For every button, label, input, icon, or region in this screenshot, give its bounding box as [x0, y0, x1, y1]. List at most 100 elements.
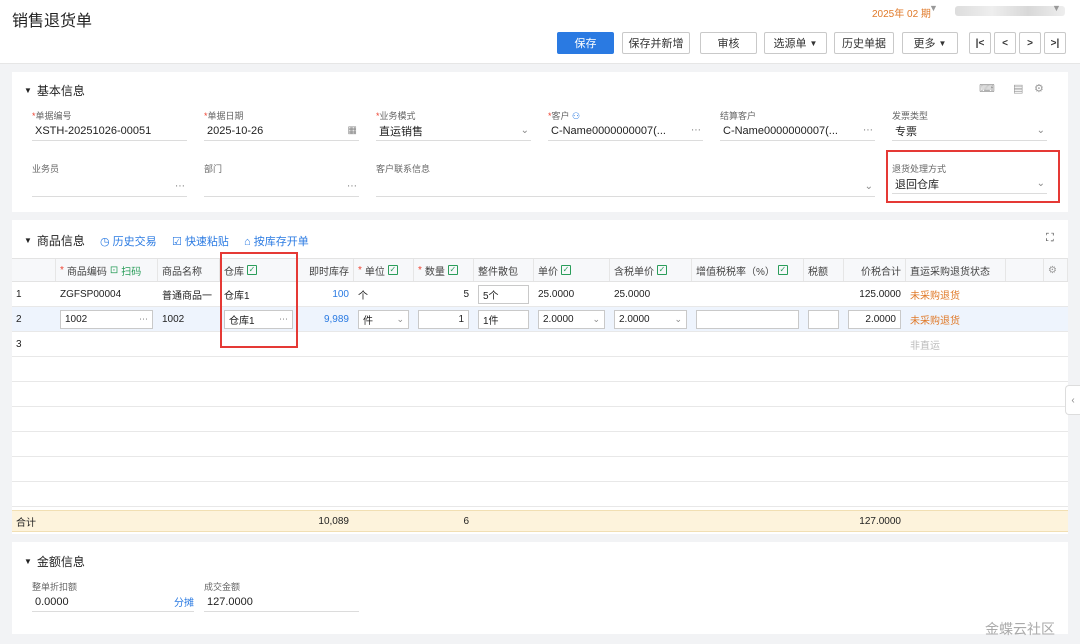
history-docs-button[interactable]: 历史单据	[834, 32, 894, 54]
cell-pack[interactable]: 1件	[474, 307, 534, 331]
print-icon[interactable]: ▤	[1013, 82, 1023, 95]
cell-tax[interactable]	[804, 282, 844, 306]
audit-button[interactable]: 审核	[700, 32, 757, 54]
chevron-down-icon[interactable]: ⌄	[592, 314, 600, 325]
discount-label: 整单折扣额	[32, 582, 78, 592]
totals-total: 127.0000	[859, 515, 901, 527]
salesman-field[interactable]: 业务员 ⋯	[32, 162, 187, 197]
cell-price[interactable]: 25.0000	[534, 282, 610, 306]
doc-date-field[interactable]: *单据日期 2025-10-26 ▦	[204, 109, 359, 141]
cell-name[interactable]: 1002	[158, 307, 220, 331]
chevron-down-icon[interactable]: ⌄	[521, 125, 531, 136]
empty-row[interactable]	[12, 357, 1068, 382]
cell-total[interactable]: 125.0000	[844, 282, 906, 306]
cell-tax-price[interactable]: 25.0000	[610, 282, 692, 306]
more-options-icon[interactable]: ⋯	[175, 181, 187, 192]
dept-field[interactable]: 部门 ⋯	[204, 162, 359, 197]
allocate-link[interactable]: 分摊	[174, 594, 194, 609]
basic-info-title[interactable]: ▼ 基本信息	[24, 82, 85, 99]
column-settings-icon[interactable]: ⚙	[1044, 259, 1068, 281]
calendar-icon[interactable]: ▦	[348, 125, 359, 136]
empty-row[interactable]	[12, 457, 1068, 482]
period-selector[interactable]: 2025年 02 期	[872, 5, 931, 20]
cell-stock[interactable]: 9,989	[298, 307, 354, 331]
cell-unit[interactable]: 件 ⌄	[354, 307, 414, 331]
cell-unit[interactable]: 个	[354, 282, 414, 306]
cell-price[interactable]: 2.0000 ⌄	[534, 307, 610, 331]
settings-gear-icon[interactable]: ⚙	[1034, 82, 1044, 95]
checkbox-icon[interactable]: ✓	[657, 265, 667, 275]
cell-qty[interactable]: 1	[414, 307, 474, 331]
cell-qty[interactable]: 5	[414, 282, 474, 306]
contact-field[interactable]: 客户联系信息 ⌄	[376, 162, 875, 197]
cell-pack[interactable]: 5个	[474, 282, 534, 306]
cell-total[interactable]: 2.0000	[844, 307, 906, 331]
cell-code[interactable]: ZGFSP00004	[56, 282, 158, 306]
side-collapse-tab[interactable]: ‹	[1065, 385, 1080, 415]
invoice-type-field[interactable]: 发票类型 专票 ⌄	[892, 109, 1047, 141]
next-record-button[interactable]: >	[1019, 32, 1041, 54]
empty-row[interactable]	[12, 432, 1068, 457]
keyboard-icon[interactable]: ⌨	[979, 82, 995, 95]
settle-customer-field[interactable]: 结算客户 C-Name0000000007(... ⋯	[720, 109, 875, 141]
chevron-down-icon[interactable]: ⌄	[396, 314, 404, 325]
chevron-down-icon[interactable]: ▼	[929, 3, 938, 13]
table-row[interactable]: 2 1002 ⋯ 1002 仓库1 ⋯ 9,989 件 ⌄ 1 1件 2.0000 ⌄ …	[12, 307, 1068, 332]
cell-tax-rate[interactable]	[692, 282, 804, 306]
scan-label[interactable]: 扫码	[121, 263, 141, 278]
empty-cells[interactable]	[56, 332, 906, 356]
cell-name[interactable]: 普通商品一	[158, 282, 220, 306]
amount-info-title[interactable]: ▼ 金额信息	[24, 553, 85, 570]
customer-value: C-Name0000000007(...	[551, 124, 666, 137]
cell-tax-rate[interactable]	[692, 307, 804, 331]
more-options-icon[interactable]: ⋯	[347, 181, 359, 192]
user-name-blurred[interactable]	[955, 6, 1065, 16]
amount-info-title-text: 金额信息	[36, 555, 85, 569]
more-options-icon[interactable]: ⋯	[863, 125, 875, 136]
cell-code[interactable]: 1002 ⋯	[56, 307, 158, 331]
paste-icon: ☑	[172, 236, 182, 248]
checkbox-icon[interactable]: ✓	[561, 265, 571, 275]
chevron-down-icon[interactable]: ⌄	[865, 181, 875, 192]
more-button[interactable]: 更多 ▼	[902, 32, 958, 54]
table-row[interactable]: 3 非直运	[12, 332, 1068, 357]
table-row[interactable]: 1 ZGFSP00004 普通商品一 仓库1 100 个 5 5个 25.000…	[12, 282, 1068, 307]
empty-row[interactable]	[12, 482, 1068, 507]
doc-no-field[interactable]: *单据编号 XSTH-20251026-00051	[32, 109, 187, 141]
by-stock-link[interactable]: ⌂ 按库存开单	[244, 233, 309, 249]
select-source-button[interactable]: 选源单 ▼	[764, 32, 827, 54]
quick-paste-link[interactable]: ☑ 快速粘贴	[172, 233, 229, 249]
cell-tax-price[interactable]: 2.0000 ⌄	[610, 307, 692, 331]
deal-amount-field[interactable]: 成交金额 127.0000	[204, 580, 359, 612]
save-and-new-button[interactable]: 保存并新增	[622, 32, 690, 54]
history-trade-link[interactable]: ◷ 历史交易	[100, 233, 157, 249]
prev-record-button[interactable]: <	[994, 32, 1016, 54]
fullscreen-icon[interactable]: ⛶	[1046, 232, 1054, 245]
settle-customer-label: 结算客户	[720, 111, 757, 121]
discount-field[interactable]: 整单折扣额 0.0000 分摊	[32, 580, 194, 612]
cell-total-value: 2.0000	[865, 313, 896, 325]
save-button[interactable]: 保存	[557, 32, 614, 54]
empty-row[interactable]	[12, 407, 1068, 432]
checkbox-icon[interactable]: ✓	[387, 265, 398, 275]
chevron-down-icon[interactable]: ▼	[1052, 3, 1061, 13]
checkbox-icon[interactable]: ✓	[447, 265, 458, 275]
first-record-button[interactable]: |<	[969, 32, 991, 54]
more-options-icon[interactable]: ⋯	[691, 125, 703, 136]
header-pack: 整件散包	[474, 259, 534, 281]
contact-label: 客户联系信息	[376, 164, 431, 174]
last-record-button[interactable]: >|	[1044, 32, 1066, 54]
cell-stock[interactable]: 100	[298, 282, 354, 306]
row-index: 1	[16, 288, 22, 300]
biz-mode-field[interactable]: *业务模式 直运销售 ⌄	[376, 109, 531, 141]
chevron-down-icon[interactable]: ⌄	[1037, 125, 1047, 136]
customer-field[interactable]: *客户 ⚇ C-Name0000000007(... ⋯	[548, 109, 703, 141]
cell-tax[interactable]	[804, 307, 844, 331]
more-options-icon[interactable]: ⋯	[139, 314, 148, 325]
checkbox-icon[interactable]: ✓	[777, 265, 788, 275]
chevron-down-icon[interactable]: ⌄	[674, 314, 682, 325]
person-icon[interactable]: ⚇	[572, 111, 580, 121]
scan-icon[interactable]: ⊡	[110, 265, 118, 276]
goods-info-title[interactable]: ▼ 商品信息	[24, 232, 85, 249]
empty-row[interactable]	[12, 382, 1068, 407]
